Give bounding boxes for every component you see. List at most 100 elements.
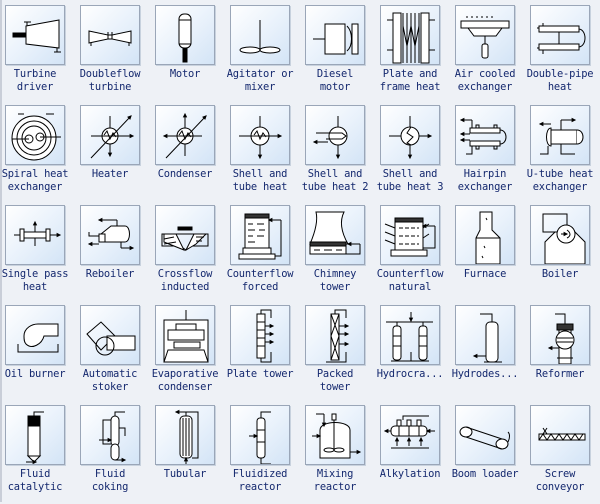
shape-tile[interactable] [380,5,440,65]
shape-tile[interactable] [230,305,290,365]
shape-doubleflow-turbine[interactable]: Doubleflow turbine [79,4,153,104]
shape-tile[interactable] [530,305,590,365]
shape-hydrocracker[interactable]: Hydrocra... [377,304,453,404]
shape-shell-tube-heat-3[interactable]: Shell and tube heat 3 [377,104,453,204]
shape-furnace[interactable]: Furnace [454,204,528,304]
shape-agitator[interactable]: Agitator or mixer [227,4,303,104]
air-cooled-exchanger-icon [456,6,514,64]
shape-crossflow-inducted[interactable]: Crossflow inducted [154,204,228,304]
shape-tile[interactable] [455,5,515,65]
shape-label: Fluidized reactor [232,468,288,493]
shape-motor[interactable]: Motor [154,4,228,104]
shape-fluid-coking[interactable]: Fluid coking [79,404,153,504]
shape-counterflow-forced[interactable]: Counterflow forced [227,204,303,304]
shape-alkylation[interactable]: Alkylation [379,404,453,504]
shape-tile[interactable] [305,405,365,465]
agitator-icon [231,6,289,64]
shape-label: Reformer [535,368,585,380]
shape-boiler[interactable]: Boiler [529,204,600,304]
shape-tile[interactable] [80,405,140,465]
shape-diesel-motor[interactable]: Diesel motor [304,4,378,104]
shape-automatic-stoker[interactable]: Automatic stoker [79,304,153,404]
u-tube-exchanger-icon [531,106,589,164]
shape-label: Single pass heat [1,268,69,293]
shape-tile[interactable] [230,5,290,65]
shape-tile[interactable] [230,405,290,465]
shape-tile[interactable] [155,105,215,165]
shape-single-pass-heat[interactable]: Single pass heat [2,204,78,304]
shape-tile[interactable] [530,405,590,465]
shape-screw-conveyor[interactable]: Screw conveyor [529,404,600,504]
shape-tile[interactable] [5,405,65,465]
counterflow-forced-icon [231,206,289,264]
shape-tile[interactable] [230,105,290,165]
shape-tile[interactable] [455,205,515,265]
shape-label: Fluid coking [91,468,129,493]
shape-tile[interactable] [155,5,215,65]
shape-tile[interactable] [380,305,440,365]
shape-tile[interactable] [530,205,590,265]
shape-spiral-heat-exchanger[interactable]: Spiral heat exchanger [2,104,78,204]
shape-counterflow-natural[interactable]: Counterflow natural [377,204,453,304]
shape-tile[interactable] [455,305,515,365]
shape-fluidized-reactor[interactable]: Fluidized reactor [229,404,303,504]
shell-tube-heat-3-icon [381,106,439,164]
shape-plate-frame-heat[interactable]: Plate and frame heat [379,4,453,104]
shape-tile[interactable] [155,205,215,265]
shape-tile[interactable] [305,5,365,65]
shape-reboiler[interactable]: Reboiler [79,204,153,304]
shape-chimney-tower[interactable]: Chimney tower [304,204,378,304]
shape-tile[interactable] [305,205,365,265]
shape-tile[interactable] [380,405,440,465]
plate-tower-icon [231,306,289,364]
shape-label: Tubular [163,468,207,480]
shape-packed-tower[interactable]: Packed tower [304,304,378,404]
shape-tile[interactable] [5,105,65,165]
shape-tile[interactable] [155,305,215,365]
shape-tile[interactable] [455,105,515,165]
shape-oil-burner[interactable]: Oil burner [4,304,78,404]
shape-fluid-catalytic[interactable]: Fluid catalytic [4,404,78,504]
shape-u-tube-exchanger[interactable]: U-tube heat exchanger [527,104,600,204]
shape-tile[interactable] [5,5,65,65]
shape-hairpin-exchanger[interactable]: Hairpin exchanger [454,104,528,204]
shape-tile[interactable] [305,305,365,365]
shape-hydrodesulfurizer[interactable]: Hydrodes... [452,304,528,404]
shape-tile[interactable] [80,305,140,365]
shape-mixing-reactor[interactable]: Mixing reactor [304,404,378,504]
shape-tubular[interactable]: Tubular [154,404,228,504]
shape-shell-tube-heat-2[interactable]: Shell and tube heat 2 [302,104,378,204]
shape-condenser[interactable]: Condenser [154,104,228,204]
shape-label: Heater [91,168,129,180]
shape-shell-tube-heat[interactable]: Shell and tube heat [229,104,303,204]
shape-tile[interactable] [80,105,140,165]
shape-plate-tower[interactable]: Plate tower [227,304,303,404]
shape-label: Hydrocra... [376,368,444,380]
shape-tile[interactable] [230,205,290,265]
shape-label: Condenser [157,168,213,180]
shape-air-cooled-exchanger[interactable]: Air cooled exchanger [454,4,528,104]
shape-tile[interactable] [305,105,365,165]
shape-double-pipe-heat[interactable]: Double-pipe heat [527,4,600,104]
shape-tile[interactable] [5,205,65,265]
shape-tile[interactable] [155,405,215,465]
shape-tile[interactable] [530,5,590,65]
shape-tile[interactable] [380,205,440,265]
mixing-reactor-icon [306,406,364,464]
shape-evaporative-condenser[interactable]: Evaporative condenser [152,304,228,404]
shape-tile[interactable] [80,5,140,65]
shape-boom-loader[interactable]: Boom loader [452,404,528,504]
shape-heater[interactable]: Heater [79,104,153,204]
shape-label: Shell and tube heat [232,168,288,193]
shape-tile[interactable] [5,305,65,365]
shape-reformer[interactable]: Reformer [529,304,600,404]
shape-label: Crossflow inducted [157,268,213,293]
fluid-catalytic-icon [6,406,64,464]
counterflow-natural-icon [381,206,439,264]
shape-tile[interactable] [455,405,515,465]
shape-tile[interactable] [530,105,590,165]
shape-tile[interactable] [80,205,140,265]
shape-tile[interactable] [380,105,440,165]
screw-conveyor-icon [531,406,589,464]
shape-turbine-driver[interactable]: Turbine driver [4,4,78,104]
